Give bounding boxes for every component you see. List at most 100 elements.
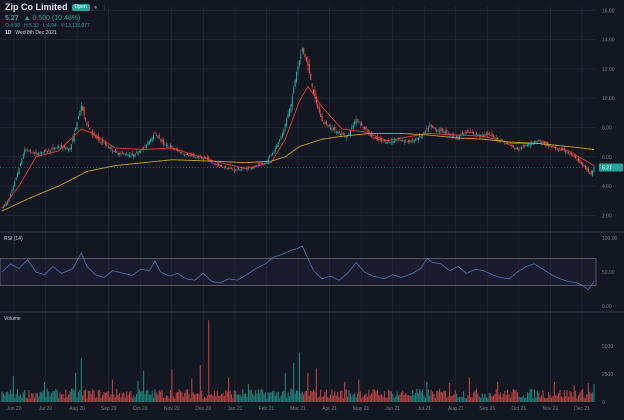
candle-body (41, 152, 43, 154)
candle-body (539, 140, 541, 142)
volume-bar (393, 398, 395, 402)
candle-body (439, 130, 441, 133)
candle-body (365, 126, 367, 131)
candle-body (230, 168, 232, 170)
date-readout: Wed 8th Dec 2021 (15, 30, 57, 36)
volume-bar (412, 389, 414, 402)
candle-body (398, 139, 400, 140)
volume-bar (342, 398, 344, 402)
candle-body (68, 149, 70, 152)
volume-bar (121, 393, 123, 402)
candle-body (572, 155, 574, 157)
candle-body (406, 141, 408, 143)
candle-body (25, 149, 27, 151)
candle-body (573, 155, 575, 157)
candle-body (281, 133, 283, 138)
chart-header: Zip Co Limited Open ● ⋮ 5.27 ▲ 0.500 (10… (5, 3, 107, 36)
candle-body (349, 130, 351, 136)
volume-bar (165, 395, 167, 402)
volume-bar (145, 390, 148, 402)
volume-bar (327, 396, 329, 402)
volume-bar (339, 390, 342, 402)
volume-bar (582, 388, 584, 402)
candle-body (158, 134, 160, 139)
volume-bar (182, 396, 184, 402)
candle-body (488, 132, 490, 135)
volume-bar (218, 395, 220, 402)
candle-body (567, 152, 570, 154)
volume-bar (41, 392, 43, 402)
volume-bar (229, 390, 231, 402)
candle-body (106, 145, 108, 146)
volume-bar (284, 372, 286, 402)
candle-body (542, 141, 544, 143)
volume-bar (113, 394, 115, 402)
candle-body (87, 124, 89, 128)
volume-bar (430, 389, 432, 402)
volume-bar (420, 391, 422, 402)
volume-bar (576, 398, 578, 402)
volume-bar (590, 393, 592, 402)
volume-bar (467, 395, 469, 402)
candle-body (235, 169, 237, 170)
time-axis-tick-label: Aug 20 (69, 406, 85, 412)
candle-body (26, 150, 29, 152)
volume-bar (358, 379, 360, 402)
volume-bar (109, 396, 111, 402)
open-value: 4.90 (10, 23, 21, 29)
candle-body (409, 139, 411, 143)
interval-label[interactable]: 1D (5, 31, 11, 36)
candle-body (307, 61, 309, 67)
time-axis-tick-label: Oct 20 (133, 406, 148, 412)
candle-body (508, 144, 510, 146)
volume-bar (245, 393, 247, 402)
volume-bar (228, 377, 230, 402)
volume-bar (560, 396, 562, 402)
volume-bar (55, 388, 57, 402)
volume-bar (320, 389, 322, 402)
symbol-title[interactable]: Zip Co Limited (5, 3, 68, 12)
candle-body (36, 153, 38, 155)
candle-body (117, 152, 119, 155)
candle-body (429, 126, 431, 127)
volume-bar (505, 395, 507, 402)
candle-body (477, 134, 479, 136)
volume-bar (225, 390, 227, 402)
candle-body (279, 139, 281, 142)
candle-body (324, 121, 326, 124)
candle-body (589, 172, 591, 174)
candle-body (157, 136, 159, 138)
candle-body (566, 151, 568, 153)
volume-bar (69, 391, 71, 402)
volume-bar (32, 393, 34, 402)
volume-bar (516, 392, 519, 402)
volume-bar (362, 396, 364, 402)
volume-bar (26, 398, 29, 402)
candle-body (69, 148, 71, 150)
time-axis-tick-label: Feb 21 (259, 406, 275, 412)
candle-body (77, 116, 80, 120)
candle-body (386, 141, 388, 144)
candle-body (148, 140, 150, 145)
candle-body (416, 138, 418, 140)
volume-bar (491, 396, 493, 402)
chart-svg: 2.00 4.00 6.00 8.00 10.00 12.00 14.00 16.00 Jun … (0, 0, 624, 415)
more-options-icon[interactable]: ⋮ (101, 5, 107, 11)
volume-bar (117, 394, 119, 402)
volume-bar (298, 352, 300, 402)
volume-bar (126, 391, 128, 402)
volume-bar (11, 393, 13, 402)
candle-body (491, 133, 493, 137)
candle-body (56, 147, 58, 148)
candle-body (250, 167, 252, 170)
candle-body (228, 168, 230, 169)
volume-bar (348, 390, 350, 402)
candle-body (294, 79, 296, 87)
candle-body (366, 131, 368, 133)
volume-bar (392, 393, 394, 402)
candle-body (490, 135, 492, 136)
volume-bar (252, 393, 254, 402)
rsi-pane-label[interactable]: RSI (14) (4, 236, 23, 242)
volume-pane-label[interactable]: Volume (4, 316, 21, 322)
candle-body (83, 107, 85, 116)
